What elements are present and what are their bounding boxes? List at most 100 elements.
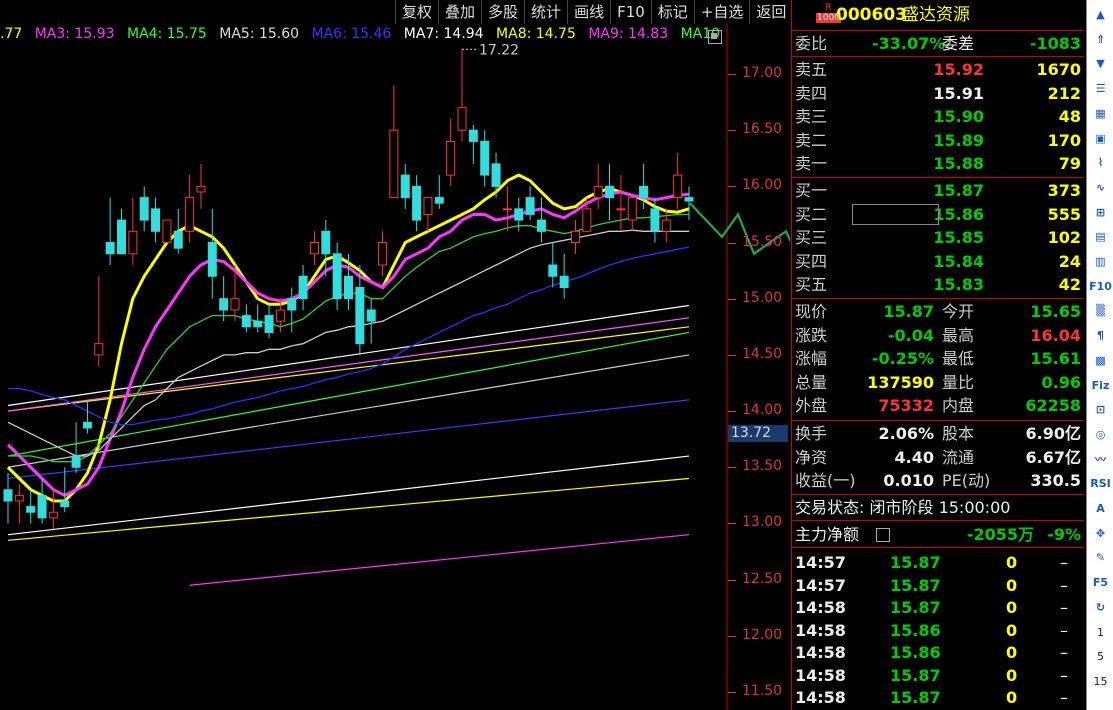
ma-legend: .77 MA3: 15.93 MA4: 15.75 MA5: 15.60 MA6… (0, 26, 728, 46)
stock-header: R 1000 000603 盛达资源 (792, 2, 1084, 28)
chart-icon[interactable]: ▣ (1090, 128, 1111, 149)
main-flow-value: -2055万 (966, 525, 1034, 544)
book-volume: 42 (1058, 275, 1081, 295)
move-icon[interactable]: ✥ (1090, 523, 1111, 544)
weicha-label: 委差 (942, 34, 975, 53)
tick-row: 14:58 15.86 0 – (792, 641, 1084, 664)
down-arrow-icon[interactable]: ▼ (1090, 53, 1111, 74)
sell-row[interactable]: 卖三 15.90 48 (792, 105, 1084, 128)
candle-body (26, 506, 36, 513)
f10-button[interactable]: F10 (610, 0, 651, 24)
5-icon[interactable]: 5 (1090, 646, 1111, 667)
buy-row[interactable]: 买四 15.84 24 (792, 250, 1084, 273)
weibi-row: 委比 -33.07% 委差 -1083 (792, 32, 1084, 55)
statistics-button[interactable]: 统计 (524, 0, 568, 24)
kline-chart-area[interactable]: 17.22 复权 叠加 多股 统计 画线 F10 标记 +自选 返回 .77 M… (0, 0, 793, 710)
tick-price: 15.87 (890, 575, 941, 595)
book-price: 15.86 (933, 204, 984, 224)
tick-time: 14:58 (795, 688, 846, 707)
legend-toggle-icon[interactable] (708, 30, 722, 44)
mark-button[interactable]: 标记 (650, 0, 694, 24)
price-tick-mark (728, 74, 736, 75)
sell-row[interactable]: 卖五 15.92 1670 (792, 58, 1084, 81)
quote-label: 涨跌 (795, 325, 828, 345)
quote-value: 75332 (878, 396, 934, 416)
fund-value: 2.06% (878, 424, 934, 443)
book-volume: 212 (1047, 83, 1081, 103)
price-tick-mark (728, 467, 736, 469)
kline-chart[interactable]: 17.22 (0, 0, 790, 710)
F10-icon[interactable]: F10 (1089, 276, 1112, 297)
draw-line-button[interactable]: 画线 (567, 0, 611, 24)
tick-direction: – (1060, 575, 1068, 595)
double-up-arrow-icon[interactable]: ⇑ (1090, 29, 1111, 50)
book-volume: 170 (1047, 130, 1081, 150)
F5-icon[interactable]: F5 (1090, 572, 1111, 593)
ma-legend-item: MA7: 14.94 (403, 26, 484, 42)
grid-icon[interactable]: ▦ (1090, 103, 1111, 124)
candle-body (582, 208, 592, 232)
buy-row[interactable]: 买一 15.87 373 (792, 179, 1084, 202)
candle-body (60, 500, 70, 508)
trade-status-text: 交易状态: 闭市阶段 15:00:00 (795, 498, 1011, 517)
up-arrow-icon[interactable]: ▲ (1090, 4, 1111, 25)
candle-body (650, 208, 660, 232)
fund-label: PE(动) (942, 471, 991, 491)
text-icon[interactable]: ¶ (1090, 325, 1111, 346)
minute-icon[interactable]: ⌇ (1090, 152, 1111, 173)
candle-body (378, 242, 388, 266)
buy-row[interactable]: 买三 15.85 102 (792, 226, 1084, 249)
candle-body (480, 140, 490, 176)
weicha-value: -1083 (1029, 34, 1081, 53)
book-volume: 1670 (1036, 60, 1081, 79)
table-icon[interactable]: ▤ (1090, 226, 1111, 247)
candle-body (105, 242, 115, 255)
text-a-icon[interactable]: A (1090, 498, 1111, 519)
candle-body (605, 185, 615, 199)
tick-volume: 0 (1006, 575, 1018, 595)
15-icon[interactable]: 15 (1090, 671, 1111, 692)
price-tick-mark (728, 130, 736, 132)
main-flow-detail-icon[interactable] (876, 528, 890, 542)
buy-row[interactable]: 买五 15.83 42 (792, 273, 1084, 296)
list-icon[interactable]: ☰ (1090, 78, 1111, 99)
fund-row: 收益(一) 0.010 PE(动) 330.5 (792, 469, 1084, 492)
tech-icon[interactable]: ▒ (1090, 300, 1111, 321)
pen-icon[interactable]: ✎ (1090, 547, 1111, 568)
zoom-icon[interactable]: ⊡ (1090, 399, 1111, 420)
wave-icon[interactable]: 〰 (1090, 449, 1111, 470)
target-icon[interactable]: ◎ (1090, 424, 1111, 445)
quote-label: 外盘 (795, 396, 828, 416)
sell-row[interactable]: 卖一 15.88 79 (792, 152, 1084, 175)
book-price: 15.89 (933, 130, 984, 150)
fund-label: 股本 (942, 424, 975, 443)
candle-body (3, 489, 13, 502)
overlay-button[interactable]: 叠加 (438, 0, 482, 24)
RSI-icon[interactable]: RSI (1090, 473, 1111, 494)
tick-time: 14:58 (795, 665, 846, 685)
candle-body (264, 315, 274, 333)
sell-row[interactable]: 卖四 15.91 212 (792, 82, 1084, 105)
F2-icon[interactable]: Fiz (1090, 375, 1111, 396)
candle-body (332, 253, 342, 300)
candle-icon[interactable]: ⊞ (1090, 202, 1111, 223)
candle-body (94, 343, 104, 356)
sell-row[interactable]: 卖二 15.89 170 (792, 129, 1084, 152)
F-icon[interactable]: ▩ (1090, 350, 1111, 371)
multi-stock-button[interactable]: 多股 (481, 0, 525, 24)
fund-row: 净资 4.40 流通 6.67亿 (792, 446, 1084, 469)
candle-body (423, 197, 433, 215)
tick-time: 14:58 (795, 598, 846, 617)
main-flow-row[interactable]: 主力净额 -2055万 -9% (792, 523, 1084, 546)
candle-body (275, 309, 285, 322)
candle-body (502, 208, 512, 211)
price-tick-mark (728, 354, 736, 356)
fuquan-button[interactable]: 复权 (395, 0, 439, 24)
back-button[interactable]: 返回 (749, 0, 793, 24)
refresh-icon[interactable]: ↻ (1090, 597, 1111, 618)
book-label: 卖四 (795, 83, 828, 103)
line-icon[interactable]: ∿ (1090, 177, 1111, 198)
1-icon[interactable]: 1 (1090, 622, 1111, 643)
add-watchlist-button[interactable]: +自选 (693, 0, 750, 24)
list2-icon[interactable]: ▥ (1090, 251, 1111, 272)
